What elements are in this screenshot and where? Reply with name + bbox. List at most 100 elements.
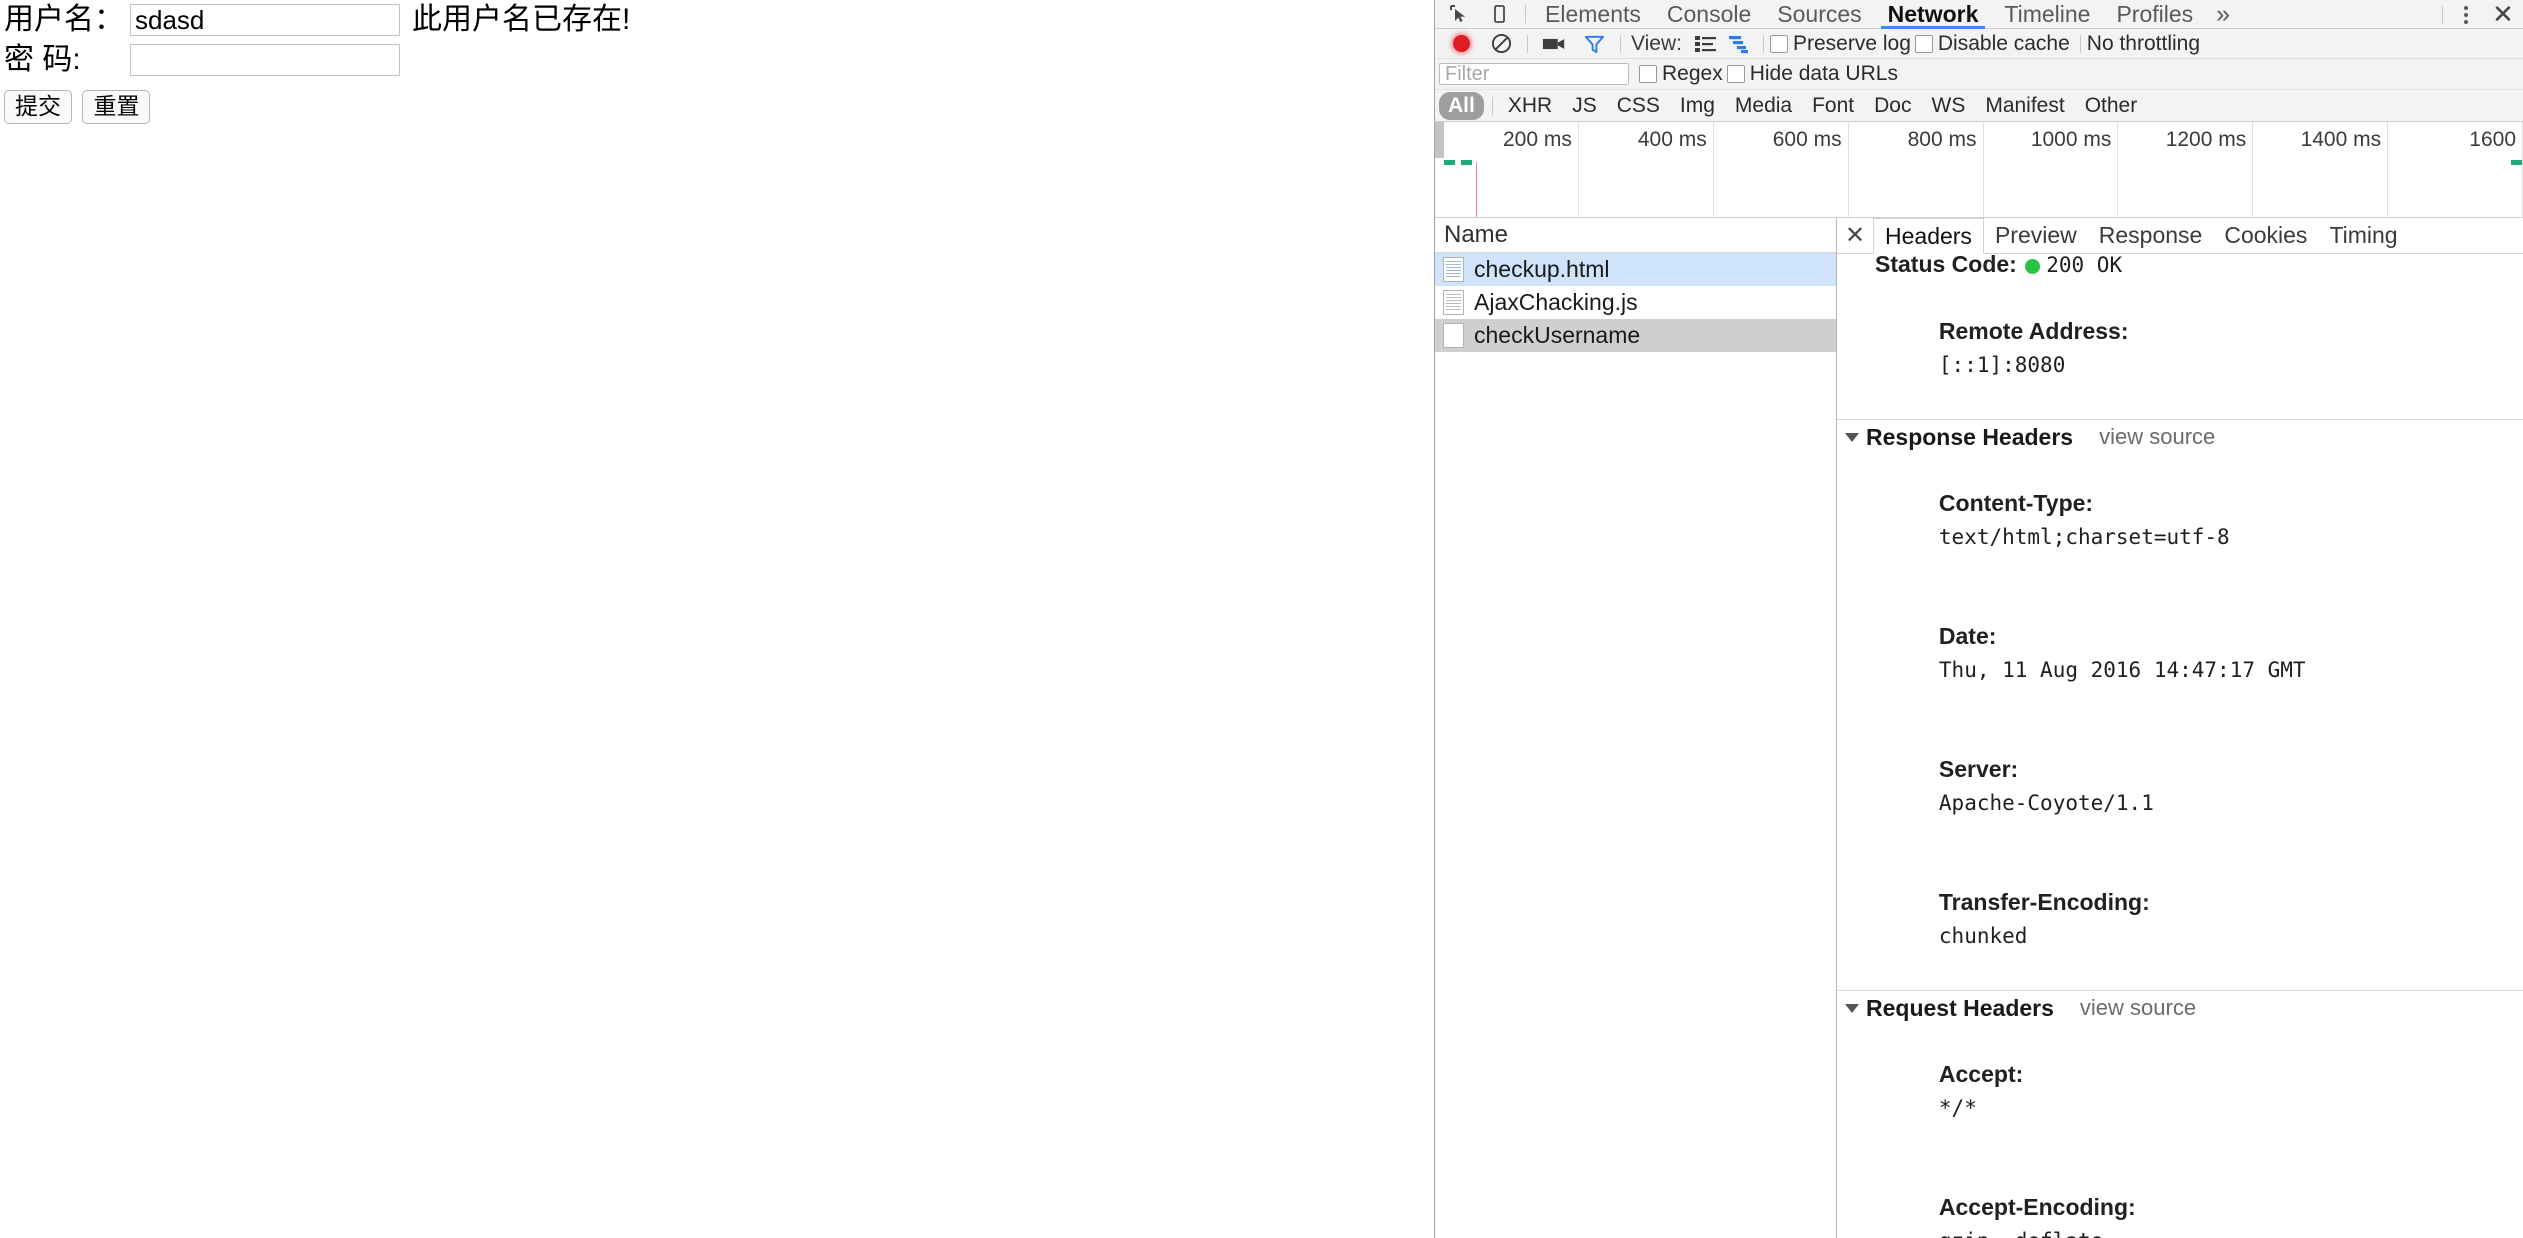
type-filter-xhr[interactable]: XHR [1499, 92, 1561, 120]
tab-timeline[interactable]: Timeline [1991, 0, 2103, 29]
request-name: AjaxChacking.js [1474, 289, 1638, 315]
remote-address-key: Remote Address: [1938, 318, 2129, 344]
filter-toggle-button[interactable] [1574, 30, 1614, 58]
headers-body: Status Code: 200 OK Remote Address: [::1… [1837, 254, 2523, 1238]
type-filter-media[interactable]: Media [1726, 92, 1801, 120]
status-ok-icon [2025, 259, 2041, 274]
clear-button[interactable] [1481, 30, 1521, 58]
status-code-value: 200 OK [2046, 254, 2123, 277]
network-toolbar: View: Preserve log Disable cache No thro… [1435, 29, 2523, 59]
request-headers-section-header[interactable]: Request Headers view source [1837, 990, 2523, 1025]
tab-headers[interactable]: Headers [1873, 218, 1984, 254]
filter-row: Regex Hide data URLs [1435, 59, 2523, 90]
tab-cookies[interactable]: Cookies [2213, 218, 2318, 253]
tab-timing[interactable]: Timing [2318, 218, 2408, 253]
capture-screenshots-button[interactable] [1534, 30, 1574, 58]
throttling-select[interactable]: No throttling [2087, 32, 2200, 56]
header-key: Server: [1938, 756, 2019, 782]
toolbar-divider-3 [1762, 34, 1764, 53]
header-value: chunked [1938, 924, 2028, 948]
waterfall-view-button[interactable] [1723, 31, 1757, 57]
tab-preview[interactable]: Preview [1984, 218, 2088, 253]
header-value: text/html;charset=utf-8 [1938, 525, 2230, 549]
preserve-log-checkbox[interactable]: Preserve log [1769, 32, 1911, 56]
type-filter-all[interactable]: All [1439, 91, 1484, 120]
type-filter-doc[interactable]: Doc [1865, 92, 1920, 120]
devtools-menu-icon[interactable] [2449, 1, 2483, 29]
expand-triangle-icon [1845, 1003, 1859, 1013]
request-view-source-link[interactable]: view source [2080, 991, 2196, 1025]
type-filter-ws[interactable]: WS [1923, 92, 1975, 120]
tab-console[interactable]: Console [1654, 0, 1764, 29]
device-toolbar-icon[interactable] [1479, 0, 1519, 28]
tab-profiles[interactable]: Profiles [2103, 0, 2206, 29]
close-details-icon[interactable]: ✕ [1837, 218, 1873, 253]
tab-response[interactable]: Response [2088, 218, 2214, 253]
clear-icon [1491, 33, 1511, 54]
response-headers-section-header[interactable]: Response Headers view source [1837, 419, 2523, 454]
type-filter-manifest[interactable]: Manifest [1976, 92, 2073, 120]
close-devtools-icon[interactable]: ✕ [2483, 0, 2523, 29]
reset-button[interactable]: 重置 [82, 90, 151, 125]
record-button[interactable] [1441, 30, 1481, 58]
overview-scrollbar[interactable] [1435, 122, 1444, 158]
waterfall-view-icon [1728, 35, 1748, 53]
network-lower-split: Name checkup.html AjaxChacking.js checkU… [1435, 218, 2523, 1238]
type-filter-row: All XHR JS CSS Img Media Font Doc WS Man… [1435, 90, 2523, 122]
header-key: Date: [1938, 623, 1997, 649]
header-row: Accept-Encoding: gzip, deflate [1837, 1158, 2523, 1238]
request-list-pane: Name checkup.html AjaxChacking.js checkU… [1435, 218, 1837, 1238]
username-input[interactable] [130, 4, 400, 36]
record-icon [1452, 35, 1470, 52]
table-row[interactable]: AjaxChacking.js [1435, 286, 1836, 319]
password-row: 密 码: [0, 40, 631, 80]
type-filter-img[interactable]: Img [1671, 92, 1724, 120]
disable-cache-checkbox[interactable]: Disable cache [1914, 32, 2070, 56]
filter-input[interactable] [1439, 63, 1629, 85]
registration-form: 用户名： 此用户名已存在! 密 码: 提交 重置 [0, 0, 631, 125]
regex-box [1639, 65, 1657, 83]
password-hint-cell [400, 40, 631, 80]
header-row: Server: Apache-Coyote/1.1 [1837, 720, 2523, 853]
request-name: checkup.html [1474, 256, 1610, 282]
buttons-row: 提交 重置 [0, 80, 631, 125]
password-input[interactable] [130, 44, 400, 76]
request-headers-title: Request Headers [1866, 995, 2054, 1021]
regex-label: Regex [1662, 62, 1723, 85]
timeline-tick: 600 ms [1714, 122, 1849, 217]
toolbar-divider-4 [2079, 34, 2081, 53]
request-list-header[interactable]: Name [1435, 218, 1836, 253]
devtools-tabstrip: Elements Console Sources Network Timelin… [1435, 0, 2523, 29]
username-field-cell [130, 0, 400, 40]
tabstrip-right-controls: ✕ [2436, 0, 2523, 29]
type-filter-font[interactable]: Font [1803, 92, 1863, 120]
list-view-button[interactable] [1689, 31, 1723, 57]
document-icon [1443, 290, 1464, 315]
username-row: 用户名： 此用户名已存在! [0, 0, 631, 40]
header-row: Date: Thu, 11 Aug 2016 14:47:17 GMT [1837, 587, 2523, 720]
table-row[interactable]: checkUsername [1435, 319, 1836, 352]
funnel-icon [1584, 35, 1604, 53]
submit-button[interactable]: 提交 [4, 90, 72, 125]
type-filter-css[interactable]: CSS [1608, 92, 1669, 120]
type-filter-other[interactable]: Other [2076, 92, 2147, 120]
tab-elements[interactable]: Elements [1532, 0, 1654, 29]
more-panels-chevron-icon[interactable]: » [2206, 0, 2240, 29]
document-icon [1443, 257, 1464, 282]
timeline-tick: 1000 ms [1984, 122, 2119, 217]
type-filter-js[interactable]: JS [1563, 92, 1606, 120]
overview-dom-content-loaded-line [1476, 162, 1477, 217]
response-view-source-link[interactable]: view source [2099, 420, 2215, 454]
regex-checkbox[interactable]: Regex [1639, 62, 1723, 86]
inspect-element-icon[interactable] [1439, 0, 1479, 28]
tab-sources[interactable]: Sources [1764, 0, 1874, 29]
header-key: Accept: [1938, 1061, 2024, 1087]
column-header-name: Name [1444, 221, 1509, 248]
tab-network[interactable]: Network [1875, 0, 1992, 29]
hide-data-urls-checkbox[interactable]: Hide data URLs [1726, 62, 1898, 86]
table-row[interactable]: checkup.html [1435, 253, 1836, 286]
blank-document-icon [1443, 323, 1464, 348]
disable-cache-box [1914, 34, 1933, 53]
network-overview[interactable]: 200 ms 400 ms 600 ms 800 ms 1000 ms 1200… [1435, 122, 2523, 218]
status-code-row: Status Code: 200 OK [1837, 254, 2523, 282]
